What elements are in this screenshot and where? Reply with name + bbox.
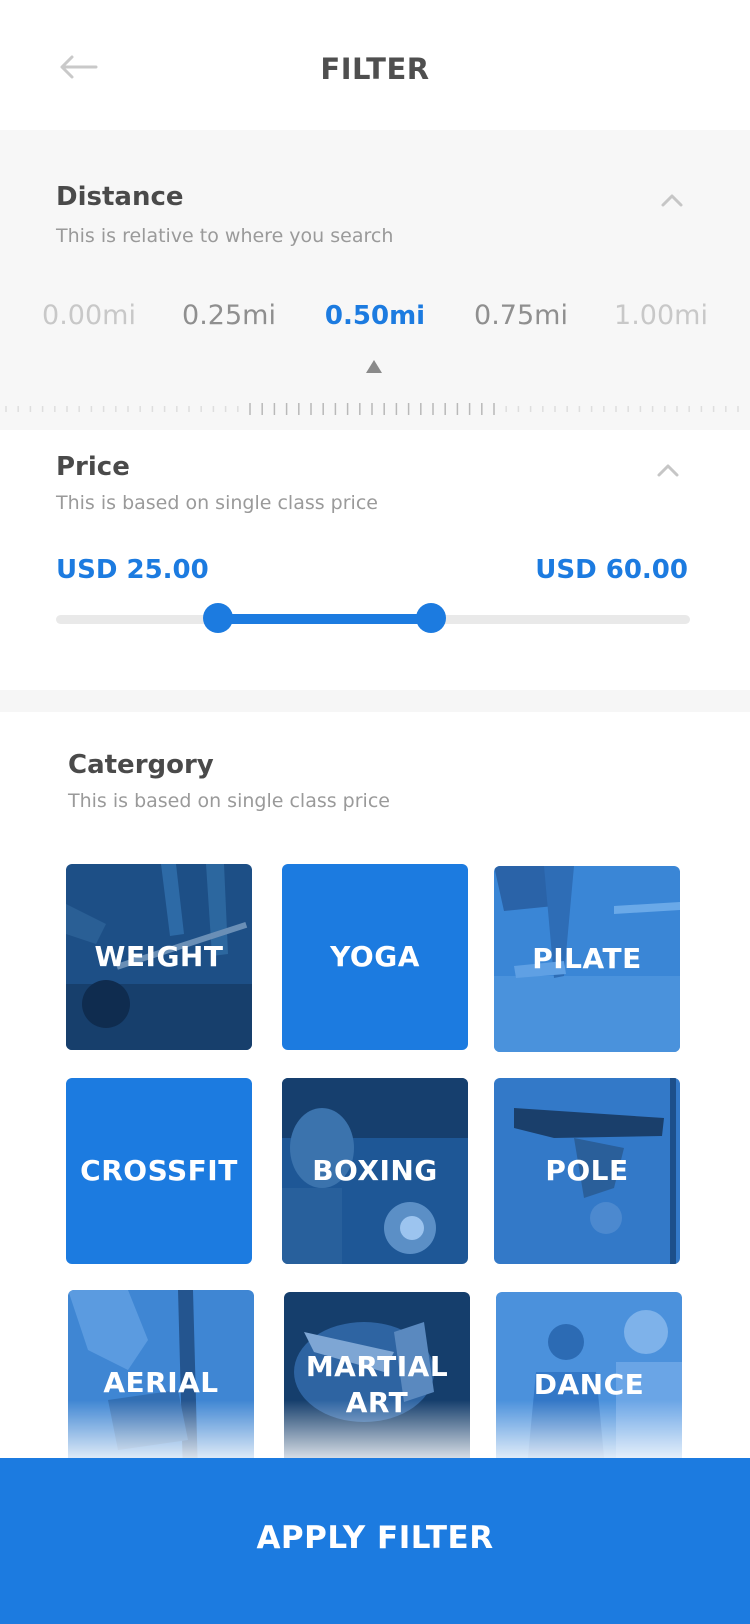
distance-option[interactable]: 0.00mi — [24, 300, 154, 331]
price-subtitle: This is based on single class price — [56, 492, 378, 514]
category-label: DANCE — [533, 1368, 645, 1401]
scroll-fade — [0, 1400, 750, 1460]
price-title: Price — [56, 452, 130, 482]
distance-section — [0, 130, 750, 430]
distance-collapse-button[interactable] — [658, 190, 686, 210]
distance-option[interactable]: 1.00mi — [596, 300, 726, 331]
triangle-up-icon — [366, 360, 382, 373]
distance-option[interactable]: 0.75mi — [456, 300, 586, 331]
category-label: POLE — [545, 1154, 629, 1187]
apply-filter-label: APPLY FILTER — [256, 1520, 494, 1556]
price-slider-range — [218, 614, 431, 624]
chevron-up-icon — [661, 194, 683, 207]
distance-subtitle: This is relative to where you search — [56, 225, 394, 247]
price-slider-max-thumb[interactable] — [416, 603, 446, 633]
category-label: AERIAL — [103, 1366, 219, 1399]
distance-title: Distance — [56, 182, 184, 212]
distance-ruler[interactable] — [0, 402, 750, 416]
category-label: BOXING — [312, 1154, 438, 1187]
category-title: Catergory — [68, 750, 214, 780]
category-tile-boxing[interactable]: BOXING — [282, 1078, 468, 1264]
price-collapse-button[interactable] — [654, 460, 682, 480]
category-tile-pilate[interactable]: PILATE — [494, 866, 680, 1052]
category-tile-yoga[interactable]: YOGA — [282, 864, 468, 1050]
category-subtitle: This is based on single class price — [68, 790, 390, 812]
page-title: FILTER — [320, 52, 430, 86]
distance-option[interactable]: 0.25mi — [164, 300, 294, 331]
category-tile-crossfit[interactable]: CROSSFIT — [66, 1078, 252, 1264]
chevron-up-icon — [657, 464, 679, 477]
distance-option-selected[interactable]: 0.50mi — [310, 301, 440, 331]
apply-filter-button[interactable]: APPLY FILTER — [0, 1458, 750, 1624]
category-tile-weight[interactable]: WEIGHT — [66, 864, 252, 1050]
price-max-label: USD 60.00 — [535, 555, 688, 585]
category-label: PILATE — [532, 942, 642, 975]
price-slider-min-thumb[interactable] — [203, 603, 233, 633]
category-label: WEIGHT — [94, 940, 224, 973]
section-divider — [0, 690, 750, 712]
category-tile-pole[interactable]: POLE — [494, 1078, 680, 1264]
category-label: YOGA — [330, 940, 420, 973]
price-min-label: USD 25.00 — [56, 555, 209, 585]
category-label: CROSSFIT — [80, 1154, 238, 1187]
